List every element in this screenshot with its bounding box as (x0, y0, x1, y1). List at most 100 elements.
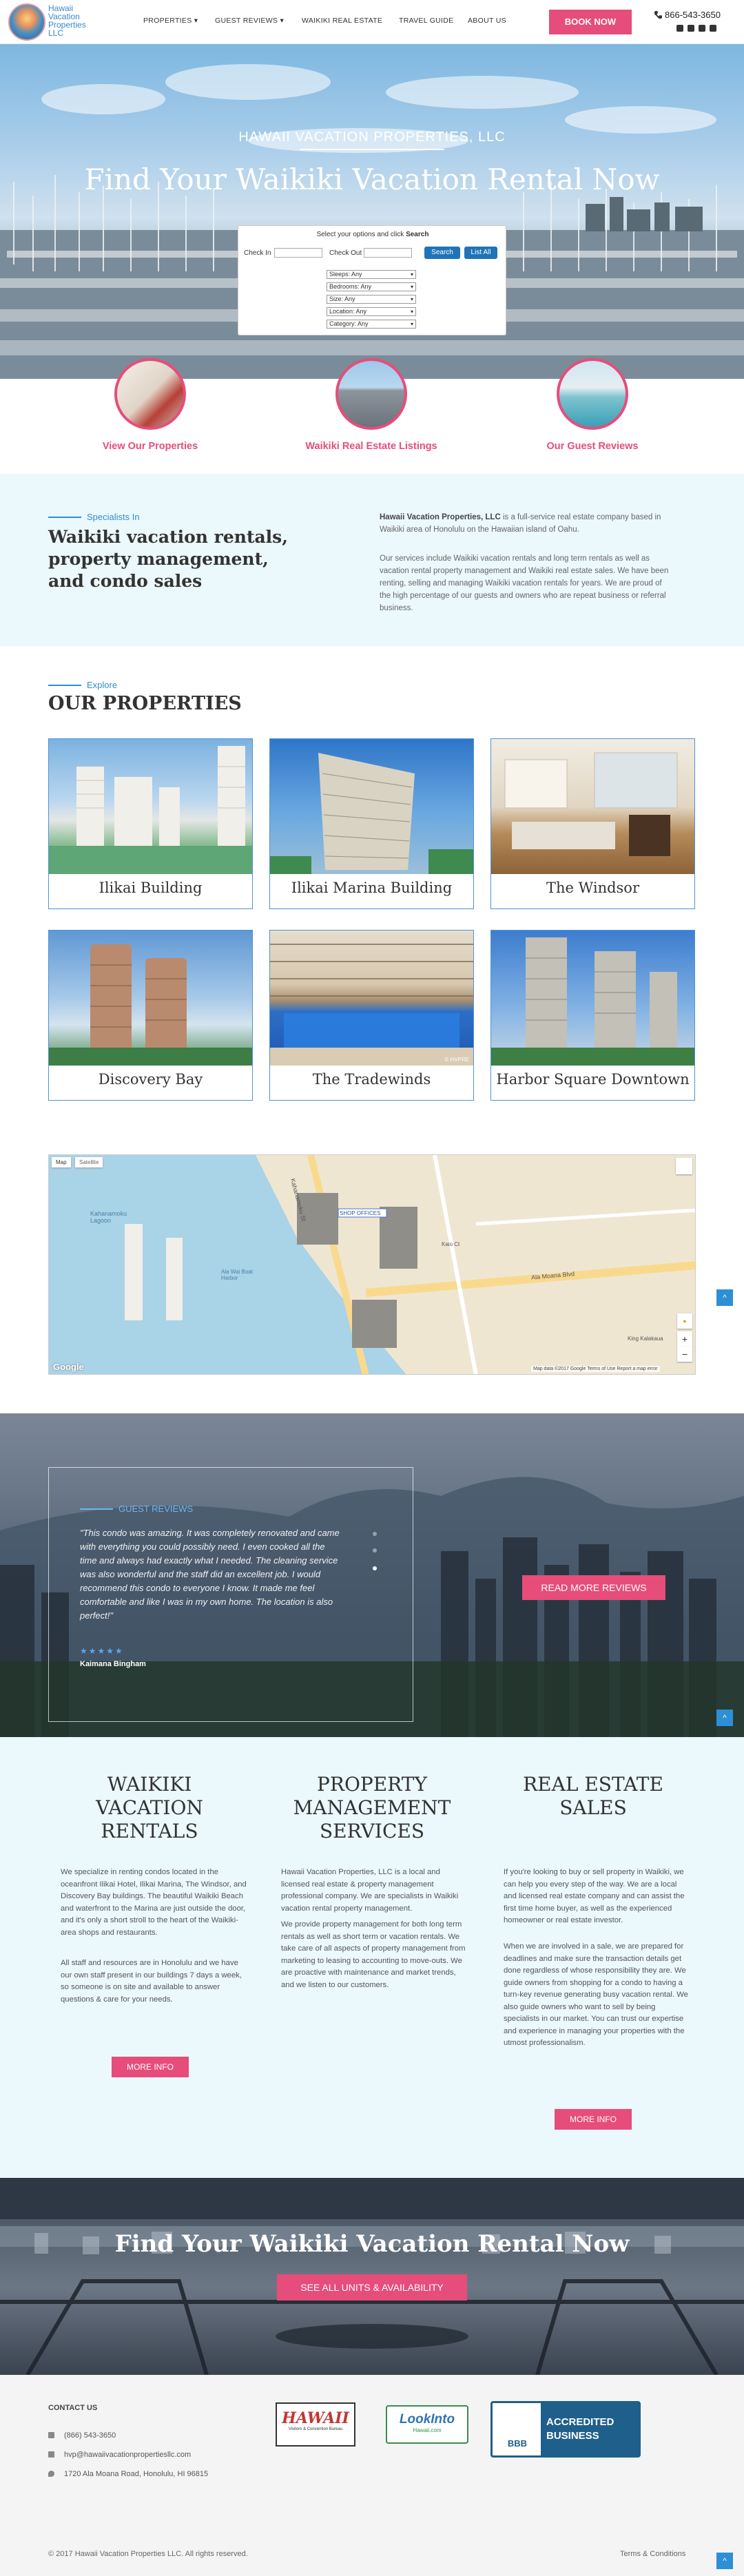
check-out-input[interactable] (364, 248, 412, 258)
cta-title: Find Your Waikiki Vacation Rental Now (114, 2230, 630, 2258)
book-now-button[interactable]: BOOK NOW (549, 10, 632, 34)
property-name: The Windsor (546, 880, 639, 896)
nav-properties[interactable]: PROPERTIES ▾ (143, 17, 198, 25)
hero-banner: HAWAII VACATION PROPERTIES, LLC Find You… (0, 44, 744, 379)
property-name: Ilikai Building (99, 880, 203, 896)
property-photo (491, 931, 694, 1066)
scroll-to-top-button[interactable]: ^ (716, 1710, 733, 1726)
sales-more-info-button[interactable]: MORE INFO (555, 2109, 632, 2130)
size-select[interactable]: Size: Any (327, 295, 416, 304)
see-all-units-button[interactable]: SEE ALL UNITS & AVAILABILITY (277, 2274, 467, 2300)
satellite-tab[interactable]: Satellite (75, 1157, 103, 1167)
property-photo (270, 739, 473, 874)
zoom-in-button[interactable]: + (677, 1331, 692, 1347)
list-all-button[interactable]: List All (464, 247, 497, 259)
property-card-discovery-bay[interactable]: Discovery Bay (48, 930, 253, 1101)
property-name: Harbor Square Downtown (496, 1071, 690, 1088)
check-out-label: Check Out (329, 249, 362, 257)
service-sales-p1: If you're looking to buy or sell propert… (504, 1868, 685, 1924)
bbb-accredited-badge[interactable]: BBB ACCREDITED BUSINESS (490, 2401, 641, 2458)
twitter-icon[interactable] (688, 25, 694, 32)
envelope-icon (48, 2451, 54, 2458)
map-canvas[interactable] (49, 1155, 696, 1375)
property-name: The Tradewinds (312, 1071, 431, 1088)
email-icon[interactable] (710, 25, 716, 32)
location-map[interactable]: Map Satellite Kahanamoku Lagoon Ala Wai … (48, 1154, 696, 1375)
footer-phone[interactable]: (866) 543-3650 (48, 2431, 116, 2440)
map-label: King Kalakaua (628, 1336, 663, 1342)
zoom-out-button[interactable]: − (677, 1347, 692, 1362)
carousel-dot[interactable] (373, 1548, 377, 1552)
specialists-intro: Hawaii Vacation Properties, LLC is a ful… (380, 513, 661, 534)
service-title-management: PROPERTY MANAGEMENT SERVICES (293, 1773, 451, 1842)
our-guest-reviews-link[interactable]: Our Guest Reviews (489, 441, 696, 452)
carousel-dot[interactable] (373, 1532, 377, 1536)
check-in-input[interactable] (274, 248, 322, 258)
scroll-to-top-button[interactable]: ^ (716, 2553, 733, 2569)
bedrooms-select[interactable]: Bedrooms: Any (327, 282, 416, 291)
properties-eyebrow: Explore (48, 679, 117, 692)
cta-banner: Find Your Waikiki Vacation Rental Now SE… (0, 2178, 744, 2375)
view-our-properties-link[interactable]: View Our Properties (47, 441, 254, 452)
hero-subtitle: HAWAII VACATION PROPERTIES, LLC (238, 129, 506, 145)
terms-link[interactable]: Terms & Conditions (620, 2550, 685, 2558)
real-estate-listings-link[interactable]: Waikiki Real Estate Listings (268, 441, 475, 452)
fullscreen-icon[interactable] (676, 1158, 692, 1174)
map-label: Kahanamoku Lagoon (90, 1210, 127, 1224)
specialists-section: Specialists In Waikiki vacation rentals,… (0, 474, 744, 646)
property-name: Discovery Bay (98, 1071, 203, 1088)
scroll-to-top-button[interactable]: ^ (716, 1289, 733, 1306)
check-in-label: Check In (244, 249, 271, 257)
nav-about-us[interactable]: ABOUT US (468, 17, 506, 25)
category-select[interactable]: Category: Any (327, 320, 416, 329)
carousel-dot-active[interactable] (373, 1566, 377, 1570)
pegman-icon[interactable]: ● (677, 1313, 692, 1329)
chevron-down-icon: ▾ (194, 17, 198, 25)
photo-credit: © HVPRE (444, 1057, 469, 1063)
search-button[interactable]: Search (424, 247, 460, 259)
property-photo (49, 739, 252, 874)
copyright: © 2017 Hawaii Vacation Properties LLC. A… (48, 2550, 248, 2558)
logo-text[interactable]: Hawaii Vacation Properties LLC (48, 4, 96, 37)
nav-travel-guide[interactable]: TRAVEL GUIDE (399, 17, 453, 25)
reviews-eyebrow: GUEST REVIEWS (80, 1503, 193, 1515)
map-label: Ala Wai Boat Harbor (221, 1269, 253, 1281)
services-section: WAIKIKI VACATION RENTALS We specialize i… (0, 1737, 744, 2178)
nav-waikiki-real-estate[interactable]: WAIKIKI REAL ESTATE (302, 17, 382, 25)
facebook-icon[interactable] (676, 25, 683, 32)
map-footer[interactable]: Map data ©2017 Google Terms of Use Repor… (531, 1366, 660, 1372)
map-tab[interactable]: Map (52, 1157, 71, 1167)
property-photo: © HVPRE (270, 931, 473, 1066)
property-card-tradewinds[interactable]: © HVPRE The Tradewinds (269, 930, 474, 1101)
yelp-icon[interactable] (699, 25, 705, 32)
phone-icon (654, 11, 662, 19)
reviews-section: GUEST REVIEWS "This condo was amazing. I… (0, 1413, 744, 1737)
bbb-torch-logo: BBB (507, 2438, 528, 2449)
contact-heading: CONTACT US (48, 2404, 98, 2412)
hawaii-visitors-bureau-badge[interactable]: HAWAII Visitors & Convention Bureau (276, 2402, 355, 2447)
footer-email[interactable]: hvp@hawaiivacationpropertiesllc.com (48, 2451, 191, 2459)
header-phone[interactable]: 866-543-3650 (654, 10, 721, 20)
bbb-text: ACCREDITED BUSINESS (541, 2403, 641, 2455)
property-card-harbor-square[interactable]: Harbor Square Downtown (490, 930, 695, 1101)
real-estate-listings-image[interactable] (335, 358, 407, 430)
view-properties-image[interactable] (114, 358, 186, 430)
read-more-reviews-button[interactable]: READ MORE REVIEWS (522, 1575, 665, 1600)
property-card-ilikai-marina[interactable]: Ilikai Marina Building (269, 738, 474, 909)
location-select[interactable]: Location: Any (327, 307, 416, 316)
lookinto-hawaii-badge[interactable]: LookInto Hawaii.com (386, 2405, 468, 2444)
hero-title: Find Your Waikiki Vacation Rental Now (84, 163, 660, 196)
guest-reviews-image[interactable] (557, 358, 628, 430)
property-card-windsor[interactable]: The Windsor (490, 738, 695, 909)
properties-heading: OUR PROPERTIES (48, 693, 242, 714)
hero-divider (300, 149, 444, 150)
site-footer: CONTACT US (866) 543-3650 hvp@hawaiivaca… (0, 2375, 744, 2576)
nav-guest-reviews[interactable]: GUEST REVIEWS ▾ (215, 17, 284, 25)
rentals-more-info-button[interactable]: MORE INFO (112, 2057, 189, 2077)
company-logo[interactable] (8, 3, 45, 41)
property-card-ilikai[interactable]: Ilikai Building (48, 738, 253, 909)
service-management-p2: We provide property management for both … (281, 1920, 466, 1989)
review-author: Kaimana Bingham (80, 1660, 146, 1668)
sleeps-select[interactable]: Sleeps: Any (327, 270, 416, 279)
footer-address: 1720 Ala Moana Road, Honolulu, HI 96815 (48, 2470, 208, 2478)
